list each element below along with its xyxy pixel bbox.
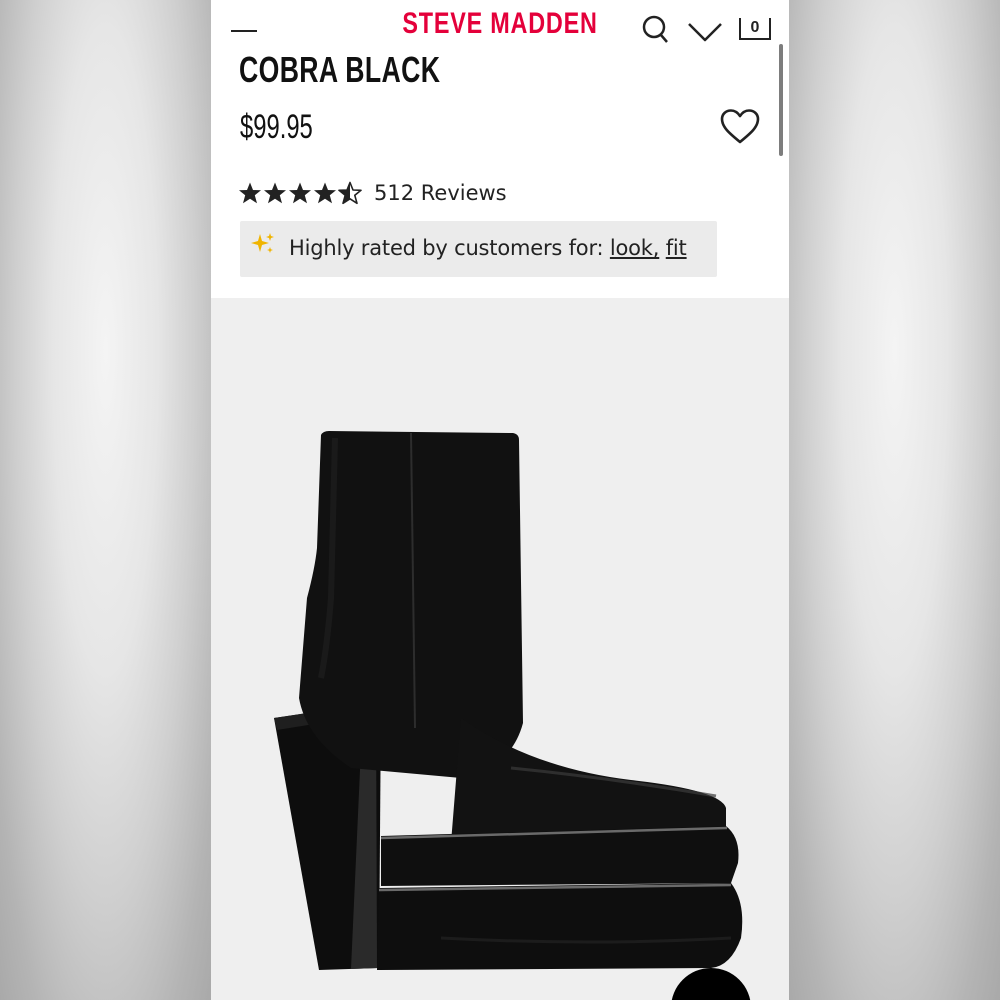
scrollbar[interactable] bbox=[779, 44, 783, 156]
highlight-prefix: Highly rated by customers for: bbox=[289, 236, 604, 260]
star-rating bbox=[238, 181, 362, 205]
star-full-icon bbox=[264, 182, 286, 204]
customer-highlight-banner: Highly rated by customers for: look, fit bbox=[240, 221, 717, 277]
search-icon[interactable] bbox=[641, 14, 669, 44]
product-page: STEVE MADDEN 0 COBRA BLACK $99.95 512 Re… bbox=[211, 0, 789, 1000]
sparkle-icon bbox=[251, 233, 274, 253]
star-half-icon bbox=[338, 181, 362, 205]
site-header: STEVE MADDEN 0 bbox=[211, 0, 789, 50]
heart-icon[interactable] bbox=[687, 14, 723, 44]
star-full-icon bbox=[289, 182, 311, 204]
menu-icon[interactable] bbox=[231, 30, 257, 32]
blurred-background-right bbox=[789, 0, 1000, 1000]
star-full-icon bbox=[239, 182, 261, 204]
rating-row[interactable]: 512 Reviews bbox=[238, 176, 507, 210]
product-price: $99.95 bbox=[240, 108, 313, 146]
star-full-icon bbox=[314, 182, 336, 204]
highlight-tag-fit[interactable]: fit bbox=[666, 236, 687, 260]
blurred-background-left bbox=[0, 0, 211, 1000]
highlight-tag-look[interactable]: look, bbox=[610, 236, 660, 260]
product-image[interactable] bbox=[211, 298, 789, 1000]
wishlist-heart-icon[interactable] bbox=[719, 108, 761, 146]
boot-image bbox=[274, 431, 743, 970]
bag-icon[interactable]: 0 bbox=[739, 18, 771, 40]
product-title: COBRA BLACK bbox=[239, 50, 441, 90]
reviews-link[interactable]: 512 Reviews bbox=[374, 181, 507, 205]
